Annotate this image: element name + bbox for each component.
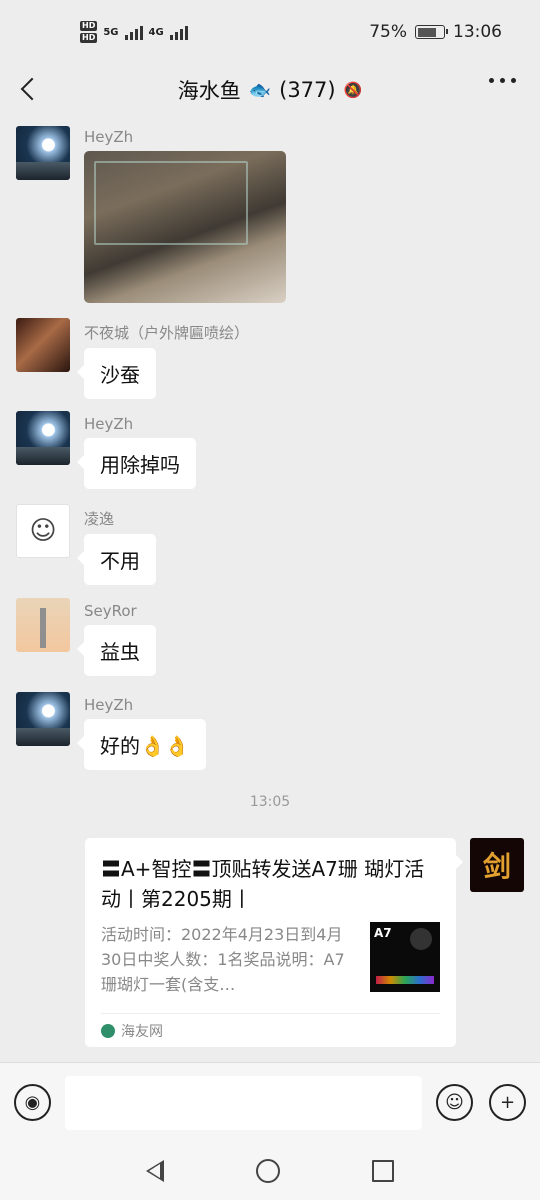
ok-hand-emoji: 👌👌 [140,734,190,758]
message-text: 好的 [100,734,140,758]
clock: 13:06 [453,22,502,42]
message-list[interactable]: HeyZh 不夜城（户外牌匾喷绘） 沙蚕 HeyZh 用除掉吗 ☺ 凌逸 不用 … [0,116,540,1062]
avatar[interactable] [16,318,70,372]
source-icon [101,1023,115,1038]
input-bar: ◉ ☺ + [0,1062,540,1142]
status-right: 75% 13:06 [369,22,502,42]
sender-name: HeyZh [84,415,134,433]
member-count: (377) [279,78,336,102]
signal-4g-label: 4G [148,26,164,38]
avatar[interactable]: ☺ [16,504,70,558]
source-name: 海友网 [121,1023,163,1040]
message-item: SeyRor 益虫 [16,598,156,676]
signal-bars-icon [124,24,143,40]
battery-icon [415,25,448,39]
card-title: 〓A+智控〓顶贴转发送A7珊 瑚灯活动丨第2205期丨 [101,857,425,911]
chat-header: 海水鱼 🐟 (377) 🔕 [0,64,540,116]
smiley-icon[interactable]: ☺ [436,1084,473,1121]
avatar[interactable] [16,598,70,652]
sender-name: 不夜城（户外牌匾喷绘） [84,324,250,342]
chat-title[interactable]: 海水鱼 🐟 (377) 🔕 [178,75,363,105]
fish-icon: 🐟 [248,79,272,101]
hd-icon: HD HD [80,21,98,43]
photo-message[interactable] [84,151,286,303]
avatar[interactable]: 剑 [470,838,524,892]
system-navigation [0,1142,540,1200]
message-item: HeyZh [16,126,286,303]
card-thumbnail: A7 [370,922,440,992]
avatar[interactable] [16,126,70,180]
sender-name: 凌逸 [84,510,115,528]
thumbnail-label: A7 [374,926,392,940]
message-item: HeyZh 好的👌👌 [16,692,206,770]
sender-name: SeyRor [84,602,137,620]
sender-name: HeyZh [84,128,134,146]
message-bubble[interactable]: 沙蚕 [77,348,156,399]
message-bubble[interactable]: 不用 [77,534,156,585]
battery-percent: 75% [369,22,407,42]
message-bubble[interactable]: 用除掉吗 [77,438,196,489]
voice-icon[interactable]: ◉ [14,1084,51,1121]
bell-slash-icon: 🔕 [343,81,363,99]
avatar[interactable] [16,692,70,746]
message-input[interactable] [65,1075,422,1130]
message-item: ☺ 凌逸 不用 [16,504,156,585]
system-back-icon[interactable] [146,1160,164,1182]
system-recents-icon[interactable] [372,1160,394,1182]
system-home-icon[interactable] [256,1159,280,1183]
message-item: 不夜城（户外牌匾喷绘） 沙蚕 [16,318,249,399]
card-description: 活动时间：2022年4月23日到4月30日中奖人数：1名奖品说明：A7珊瑚灯一套… [101,925,345,994]
signal-bars-icon-2 [169,24,188,40]
message-bubble[interactable]: 好的👌👌 [77,719,206,770]
card-source: 海友网 [101,1013,440,1047]
message-bubble[interactable]: 益虫 [77,625,156,676]
back-button[interactable] [14,74,44,104]
time-divider: 13:05 [249,794,291,810]
more-options-button[interactable] [489,78,516,83]
message-item: 〓A+智控〓顶贴转发送A7珊 瑚灯活动丨第2205期丨 活动时间：2022年4月… [85,838,524,1047]
avatar[interactable] [16,411,70,465]
message-item: HeyZh 用除掉吗 [16,411,196,489]
signal-indicators: HD HD 5G 4G [80,21,188,43]
signal-5g-label: 5G [103,26,119,38]
group-name: 海水鱼 [177,79,241,103]
status-bar: HD HD 5G 4G 75% 13:06 [0,0,540,64]
sender-name: HeyZh [84,696,134,714]
link-card[interactable]: 〓A+智控〓顶贴转发送A7珊 瑚灯活动丨第2205期丨 活动时间：2022年4月… [85,838,463,1047]
plus-icon[interactable]: + [489,1084,526,1121]
